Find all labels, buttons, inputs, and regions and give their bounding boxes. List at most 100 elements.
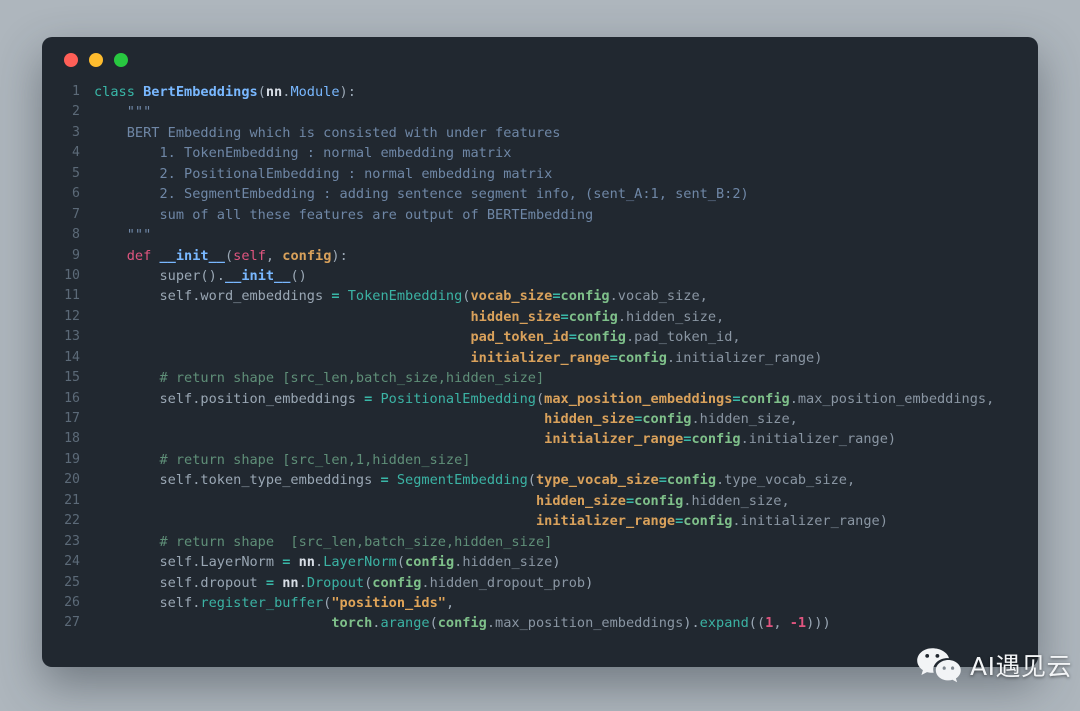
code-token: torch	[331, 615, 373, 632]
code-token: config	[576, 329, 626, 346]
code-line: 11 self.word_embeddings = TokenEmbedding…	[42, 286, 1038, 306]
code-token: nn	[298, 554, 315, 571]
code-line: 16 self.position_embeddings = Positional…	[42, 389, 1038, 409]
code-token: self.word_embeddings	[94, 288, 332, 305]
code-line: 10 super().__init__()	[42, 266, 1038, 286]
code-line: 27 torch.arange(config.max_position_embe…	[42, 613, 1038, 633]
code-token: Dropout	[306, 574, 365, 591]
code-line: 24 self.LayerNorm = nn.LayerNorm(config.…	[42, 552, 1038, 572]
code-line-content: 2. SegmentEmbedding : adding sentence se…	[94, 184, 1038, 204]
code-line: 4 1. TokenEmbedding : normal embedding m…	[42, 143, 1038, 163]
code-token: nn	[282, 574, 299, 591]
code-token: initializer_range	[535, 513, 676, 530]
code-token: )	[585, 574, 594, 591]
line-number: 9	[72, 247, 80, 263]
code-token: .pad_token_id,	[626, 329, 741, 346]
line-number: 17	[64, 411, 80, 426]
code-token: __init__	[159, 247, 225, 264]
code-token: BertEmbeddings	[143, 84, 258, 100]
line-number: 2	[72, 104, 80, 120]
code-token: ,	[773, 615, 790, 632]
code-token: # return shape [src_len,batch_size,hidde…	[94, 533, 553, 550]
code-token: 2. SegmentEmbedding : adding sentence se…	[94, 186, 749, 203]
line-number: 23	[64, 533, 80, 549]
code-token: # return shape [src_len,1,hidden_size]	[94, 451, 471, 468]
line-number: 18	[64, 431, 80, 447]
code-line-content: self.position_embeddings = PositionalEmb…	[94, 389, 1038, 409]
code-token: self.	[94, 594, 201, 611]
code-token: ()	[290, 267, 307, 284]
code-token: super().	[94, 267, 225, 284]
code-line-content: initializer_range=config.initializer_ran…	[94, 429, 1038, 449]
code-token: hidden_size	[544, 411, 635, 427]
code-token: config	[691, 431, 741, 448]
close-button[interactable]	[64, 52, 78, 67]
code-line-content: 2. PositionalEmbedding : normal embeddin…	[94, 164, 1038, 184]
code-line: 8 """	[42, 225, 1038, 245]
code-line-content: BERT Embedding which is consisted with u…	[94, 123, 1038, 143]
maximize-button[interactable]	[114, 52, 128, 67]
code-token: initializer_range	[470, 349, 610, 366]
code-line-content: self.LayerNorm = nn.LayerNorm(config.hid…	[94, 552, 1038, 572]
code-token: config	[642, 411, 692, 427]
code-line-content: self.dropout = nn.Dropout(config.hidden_…	[94, 573, 1038, 593]
code-line: 19 # return shape [src_len,1,hidden_size…	[42, 450, 1038, 470]
code-token: .initializer_range)	[666, 349, 823, 366]
line-number: 13	[64, 329, 80, 345]
line-number: 6	[72, 186, 80, 202]
line-number: 1	[72, 84, 80, 99]
line-number: 26	[64, 594, 80, 610]
code-line: 12 hidden_size=config.hidden_size,	[42, 307, 1038, 327]
code-token: arange	[380, 615, 430, 632]
code-token: SegmentEmbedding	[396, 472, 528, 489]
code-token: .hidden_dropout_prob	[421, 574, 586, 591]
code-token: 2. PositionalEmbedding : normal embeddin…	[94, 165, 553, 182]
code-token: (	[527, 472, 536, 489]
code-token: =	[609, 349, 618, 366]
code-line: 20 self.token_type_embeddings = SegmentE…	[42, 470, 1038, 490]
code-token: .	[298, 574, 307, 591]
code-line: 17 hidden_size=config.hidden_size,	[42, 409, 1038, 429]
code-token: config	[666, 472, 717, 489]
code-token: hidden_size	[535, 492, 626, 509]
code-token: max_position_embeddings	[544, 390, 733, 407]
code-token: class	[94, 84, 144, 100]
code-token: """	[94, 104, 152, 121]
code-token: type_vocab_size	[535, 472, 659, 489]
code-token: .vocab_size,	[609, 288, 708, 305]
code-token: self	[233, 247, 266, 264]
code-token: "position_ids"	[331, 594, 446, 611]
line-number: 7	[72, 206, 80, 222]
code-line-content: # return shape [src_len,batch_size,hidde…	[94, 532, 1038, 552]
code-token: (	[257, 84, 266, 100]
line-number: 3	[72, 124, 80, 140]
code-token: config	[617, 349, 667, 366]
code-line: 1 class BertEmbeddings(nn.Module):	[42, 82, 1038, 102]
minimize-button[interactable]	[89, 52, 103, 67]
code-token: config	[372, 574, 422, 591]
code-token: PositionalEmbedding	[380, 390, 536, 407]
code-token: def	[126, 247, 160, 264]
code-line: 15 # return shape [src_len,batch_size,hi…	[42, 368, 1038, 388]
code-token: .	[315, 554, 324, 571]
line-number: 14	[64, 349, 80, 365]
code-line-content: pad_token_id=config.pad_token_id,	[94, 327, 1038, 347]
code-token: .hidden_size,	[617, 308, 725, 325]
code-token: TokenEmbedding	[347, 288, 463, 305]
code-token: )))	[806, 615, 831, 632]
code-token: .initializer_range)	[740, 431, 897, 448]
code-token: =	[265, 574, 275, 591]
code-window: 1 class BertEmbeddings(nn.Module): 2 """ 3 …	[42, 37, 1038, 667]
code-editor[interactable]: 1 class BertEmbeddings(nn.Module): 2 """ 3 …	[42, 82, 1038, 634]
code-line: 18 initializer_range=config.initializer_…	[42, 429, 1038, 449]
code-token: initializer_range	[544, 431, 684, 448]
code-token: .max_position_embeddings	[486, 615, 684, 632]
code-token: config	[282, 247, 332, 264]
code-token: config	[683, 513, 733, 530]
